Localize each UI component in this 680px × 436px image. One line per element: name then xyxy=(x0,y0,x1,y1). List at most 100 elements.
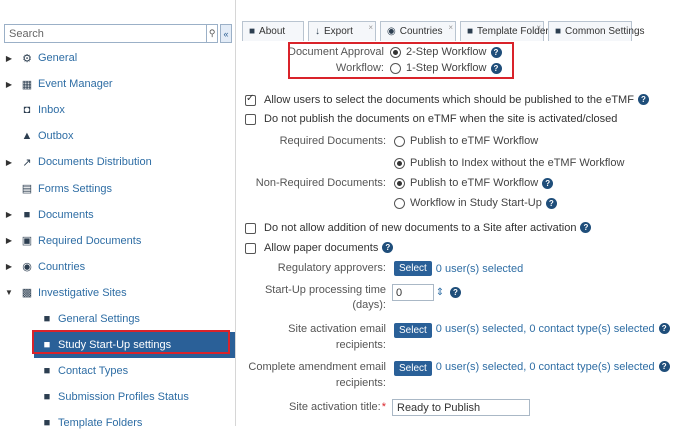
allow-paper-row[interactable]: Allow paper documents ? xyxy=(245,242,394,254)
close-icon[interactable]: × xyxy=(448,23,453,32)
sidebar-item-label: Required Documents xyxy=(38,234,142,247)
close-icon[interactable]: × xyxy=(536,23,541,32)
caret-down-icon[interactable]: ▼ xyxy=(4,288,14,297)
spinner-icon[interactable]: ⇕ xyxy=(434,284,446,301)
help-icon[interactable]: ? xyxy=(637,94,649,105)
globe-icon: ◉ xyxy=(387,26,396,37)
radio-nonrequired-etmf[interactable] xyxy=(394,177,405,189)
sidebar-item-label: Documents xyxy=(38,208,94,221)
sidebar-item-label: Template Folders xyxy=(58,417,143,430)
radio-required-index[interactable] xyxy=(394,157,405,169)
radio-required-etmf[interactable] xyxy=(394,135,405,147)
site-activation-title-input[interactable]: Ready to Publish xyxy=(392,399,530,416)
site-activation-select-button[interactable]: Select xyxy=(394,323,432,338)
amendment-email-row: Complete amendment email recipients: Sel… xyxy=(242,361,670,390)
document-icon: ■ xyxy=(23,208,31,221)
radio-nonrequired-startup[interactable] xyxy=(394,197,405,209)
no-addition-row[interactable]: Do not allow addition of new documents t… xyxy=(245,222,592,234)
help-icon[interactable]: ? xyxy=(382,242,394,253)
sidebar-item-general[interactable]: ▶ ⚙ General xyxy=(0,45,235,71)
sidebar-item-label: Outbox xyxy=(38,130,74,143)
radio-1step[interactable] xyxy=(390,62,401,74)
help-icon[interactable]: ? xyxy=(490,62,502,74)
sidebar-item-study-start-up-settings[interactable]: ■ Study Start-Up settings xyxy=(34,332,235,359)
sidebar-item-investigative-sites[interactable]: ▼ ▩ Investigative Sites xyxy=(0,280,235,306)
caret-right-icon[interactable]: ▶ xyxy=(4,54,14,63)
caret-right-icon[interactable]: ▶ xyxy=(4,210,14,219)
help-icon[interactable]: ? xyxy=(450,287,461,298)
sidebar-item-required-documents[interactable]: ▶ ▣ Required Documents xyxy=(0,228,235,254)
approval-workflow-row: Document Approval Workflow: 2-Step Workf… xyxy=(282,46,502,75)
search-icon[interactable]: ⚲ xyxy=(206,24,219,43)
help-icon[interactable]: ? xyxy=(658,361,670,372)
document-icon: ■ xyxy=(43,312,51,325)
sidebar-item-submission-profiles-status[interactable]: ■ Submission Profiles Status xyxy=(0,384,235,410)
sidebar-item-documents-distribution[interactable]: ▶ ↗ Documents Distribution xyxy=(0,149,235,175)
document-icon: ■ xyxy=(249,26,256,37)
no-publish-closed-checkbox[interactable] xyxy=(245,114,256,125)
amendment-email-label: Complete amendment email recipients: xyxy=(248,361,386,389)
startup-time-label: Start-Up processing time (days): xyxy=(264,284,386,311)
allow-paper-checkbox[interactable] xyxy=(245,243,256,254)
sidebar-item-forms-settings[interactable]: ▤ Forms Settings xyxy=(0,175,235,201)
sidebar-item-template-folders[interactable]: ■ Template Folders xyxy=(0,410,235,436)
regulatory-approvers-row: Regulatory approvers: Select 0 user(s) s… xyxy=(242,261,523,276)
document-icon: ■ xyxy=(467,26,474,37)
amendment-email-value[interactable]: 0 user(s) selected, 0 contact type(s) se… xyxy=(436,361,655,373)
approval-2step-option[interactable]: 2-Step Workflow ? xyxy=(390,46,502,58)
sidebar-item-inbox[interactable]: ◘ Inbox xyxy=(0,97,235,123)
sidebar-item-contact-types[interactable]: ■ Contact Types xyxy=(0,358,235,384)
sidebar-item-event-manager[interactable]: ▶ ▦ Event Manager xyxy=(0,71,235,97)
allow-select-etmf-checkbox[interactable] xyxy=(245,93,256,106)
calendar-icon: ▦ xyxy=(21,78,33,91)
sidebar-item-label: Inbox xyxy=(38,104,65,117)
caret-right-icon[interactable]: ▶ xyxy=(4,80,14,89)
startup-time-row: Start-Up processing time (days): 0 ⇕ ? xyxy=(242,284,461,312)
sidebar-item-outbox[interactable]: ▲ Outbox xyxy=(0,123,235,149)
caret-right-icon[interactable]: ▶ xyxy=(4,158,14,167)
sidebar-item-label: Submission Profiles Status xyxy=(58,391,189,404)
tab-template-folders[interactable]: ■ Template Folders × xyxy=(460,21,554,41)
help-icon[interactable]: ? xyxy=(545,197,557,209)
site-activation-email-label: Site activation email recipients: xyxy=(288,323,386,351)
nonrequired-publish-etmf-option[interactable]: Publish to eTMF Workflow ? xyxy=(394,177,557,189)
sidebar-item-general-settings[interactable]: ■ General Settings xyxy=(0,306,235,332)
share-icon: ↗ xyxy=(22,156,32,169)
allow-select-etmf-row[interactable]: Allow users to select the documents whic… xyxy=(245,93,649,106)
startup-time-input[interactable]: 0 xyxy=(392,284,434,301)
no-publish-closed-row[interactable]: Do not publish the documents on eTMF whe… xyxy=(245,113,617,125)
approval-workflow-label: Document Approval Workflow: xyxy=(288,46,384,74)
help-icon[interactable]: ? xyxy=(490,46,502,58)
sidebar-item-documents[interactable]: ▶ ■ Documents xyxy=(0,202,235,228)
search-input[interactable] xyxy=(4,24,207,43)
tab-about[interactable]: ■ About xyxy=(242,21,304,41)
collapse-sidebar-button[interactable]: « xyxy=(220,24,232,43)
regulatory-value[interactable]: 0 user(s) selected xyxy=(436,263,523,275)
settings-form: Document Approval Workflow: 2-Step Workf… xyxy=(242,41,680,426)
amendment-select-button[interactable]: Select xyxy=(394,361,432,376)
help-icon[interactable]: ? xyxy=(658,323,670,334)
help-icon[interactable]: ? xyxy=(542,177,554,189)
caret-right-icon[interactable]: ▶ xyxy=(4,262,14,271)
regulatory-select-button[interactable]: Select xyxy=(394,261,432,276)
radio-2step[interactable] xyxy=(390,46,401,58)
tab-label: About xyxy=(259,26,286,37)
required-publish-index-option[interactable]: Publish to Index without the eTMF Workfl… xyxy=(394,157,624,169)
help-icon[interactable]: ? xyxy=(580,222,592,233)
tab-common-settings[interactable]: ■ Common Settings xyxy=(548,21,645,41)
close-icon[interactable]: × xyxy=(368,23,373,32)
approval-1step-option[interactable]: 1-Step Workflow ? xyxy=(390,62,502,74)
tab-countries[interactable]: ◉ Countries × xyxy=(380,21,456,41)
no-addition-checkbox[interactable] xyxy=(245,223,256,234)
nonrequired-documents-row: Non-Required Documents: Publish to eTMF … xyxy=(242,177,557,209)
caret-right-icon[interactable]: ▶ xyxy=(4,236,14,245)
tab-export[interactable]: ↓ Export × xyxy=(308,21,376,41)
required-documents-row: Required Documents: Publish to eTMF Work… xyxy=(242,135,625,169)
nonrequired-startup-option[interactable]: Workflow in Study Start-Up ? xyxy=(394,197,557,209)
sidebar-item-countries[interactable]: ▶ ◉ Countries xyxy=(0,254,235,280)
required-publish-etmf-option[interactable]: Publish to eTMF Workflow xyxy=(394,135,624,147)
globe-icon: ◉ xyxy=(22,261,32,274)
site-activation-email-value[interactable]: 0 user(s) selected, 0 contact type(s) se… xyxy=(436,323,655,335)
tab-label: Countries xyxy=(399,26,443,37)
sidebar-item-label: Forms Settings xyxy=(38,182,112,195)
